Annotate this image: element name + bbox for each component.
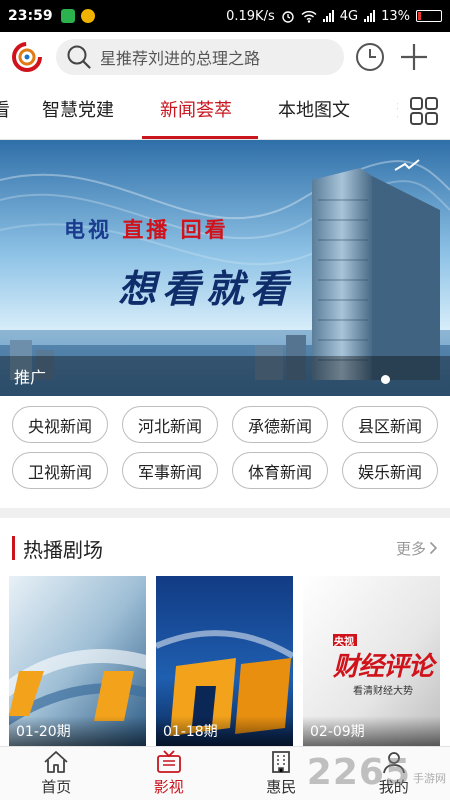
clock-icon: [356, 43, 384, 71]
episode-label: 02-09期: [303, 716, 440, 746]
bottom-navigation: 首页 影视 惠民 我的: [0, 746, 450, 800]
home-icon: [44, 751, 68, 773]
nav-benefit[interactable]: 惠民: [225, 747, 338, 800]
banner-headline-tv: 电视: [64, 217, 112, 242]
chip-satellite-news[interactable]: 卫视新闻: [12, 452, 108, 489]
banner-caption-text: 推广: [14, 368, 47, 387]
drama-card-list: 01-20期 01-18期 央视 财经评论 看清财经大势 02-09期: [0, 576, 450, 746]
chip-row-2: 卫视新闻 军事新闻 体育新闻 娱乐新闻: [12, 452, 438, 489]
network-speed: 0.19K/s: [226, 8, 275, 24]
section-header: 热播剧场 更多: [0, 530, 450, 566]
plus-icon: [401, 44, 427, 70]
drama-card[interactable]: 01-20期: [9, 576, 146, 746]
banner-page-indicator[interactable]: [381, 375, 390, 384]
nav-video[interactable]: 影视: [113, 747, 226, 800]
tab-bendi-tuwen[interactable]: 本地图文: [278, 96, 350, 122]
tab-zhihui-dangjian[interactable]: 智慧党建: [42, 96, 114, 122]
history-button[interactable]: [352, 39, 388, 75]
nav-video-label: 影视: [153, 778, 184, 796]
alarm-icon: [282, 11, 294, 23]
network-type: 4G: [339, 8, 359, 24]
nav-home[interactable]: 首页: [0, 747, 113, 800]
drama-card[interactable]: 央视 财经评论 看清财经大势 02-09期: [303, 576, 440, 746]
app-logo-icon[interactable]: [10, 40, 44, 74]
grid-icon: [410, 96, 438, 125]
search-placeholder: 星推荐刘进的总理之路: [100, 49, 261, 68]
chip-row-1: 央视新闻 河北新闻 承德新闻 县区新闻: [12, 406, 438, 443]
tv-icon: [156, 750, 181, 773]
status-bar: 23:59 0.19K/s 4G 13%: [0, 0, 450, 32]
add-button[interactable]: [396, 39, 432, 75]
battery-icon: [416, 10, 442, 22]
chip-military-news[interactable]: 军事新闻: [122, 452, 218, 489]
nav-mine[interactable]: 我的: [338, 747, 450, 800]
episode-label: 01-18期: [156, 716, 293, 746]
banner-headline: 电视 直播 回看: [64, 214, 229, 244]
category-tabs: 看 智慧党建 新闻荟萃 本地图文 热: [0, 82, 450, 140]
section-accent-bar: [12, 536, 15, 560]
tab-grid-button[interactable]: [398, 82, 450, 139]
chip-chengde-news[interactable]: 承德新闻: [232, 406, 328, 443]
chip-entertainment-news[interactable]: 娱乐新闻: [342, 452, 438, 489]
tab-partial-left[interactable]: 看: [0, 96, 10, 122]
nav-mine-label: 我的: [378, 778, 409, 796]
battery-percent: 13%: [381, 8, 410, 24]
section-title: 热播剧场: [23, 537, 103, 562]
signal-icon: [322, 10, 334, 22]
app-header: 星推荐刘进的总理之路: [0, 32, 450, 82]
chip-county-news[interactable]: 县区新闻: [342, 406, 438, 443]
wifi-icon: [301, 10, 317, 23]
tab-xinwen-huicui[interactable]: 新闻荟萃: [160, 96, 232, 122]
building-icon: [272, 751, 291, 773]
chip-hebei-news[interactable]: 河北新闻: [122, 406, 218, 443]
banner-slogan: 想看就看: [118, 266, 295, 311]
chip-cctv-news[interactable]: 央视新闻: [12, 406, 108, 443]
status-time: 23:59: [8, 8, 53, 24]
user-icon: [382, 752, 405, 774]
active-tab-indicator: [142, 136, 258, 139]
search-bar[interactable]: 星推荐刘进的总理之路: [56, 39, 344, 75]
notification-app-icon-2: [80, 9, 95, 23]
banner-headline-live: 直播: [122, 217, 171, 242]
banner-headline-replay: 回看: [180, 217, 229, 242]
search-icon: [67, 45, 91, 69]
chip-sports-news[interactable]: 体育新闻: [232, 452, 328, 489]
episode-label: 01-20期: [9, 716, 146, 746]
signal-icon-2: [364, 10, 376, 22]
section-more-link[interactable]: 更多: [396, 538, 438, 559]
drama-card[interactable]: 01-18期: [156, 576, 293, 746]
nav-home-label: 首页: [41, 778, 72, 796]
program-logo-text: 财经评论: [333, 652, 434, 682]
notification-app-icon: [60, 9, 75, 23]
chevron-right-icon: [429, 541, 438, 555]
program-tagline: 看清财经大势: [353, 686, 413, 697]
news-category-chips: 央视新闻 河北新闻 承德新闻 县区新闻 卫视新闻 军事新闻 体育新闻 娱乐新闻: [0, 396, 450, 508]
section-more-label: 更多: [395, 539, 426, 558]
section-divider: [0, 508, 450, 518]
promo-banner[interactable]: 电视 直播 回看 想看就看 推广: [0, 140, 450, 396]
nav-benefit-label: 惠民: [266, 778, 297, 796]
